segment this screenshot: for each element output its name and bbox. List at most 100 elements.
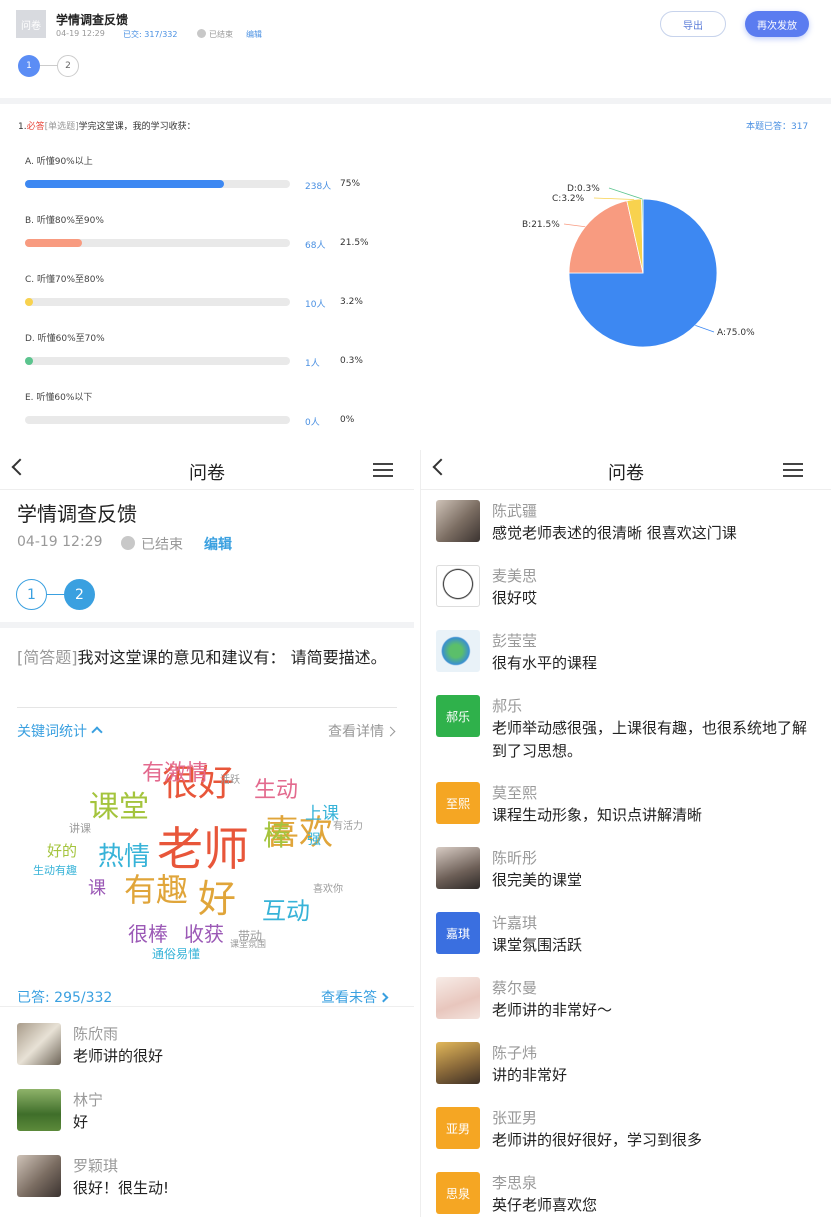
wordcloud-word: 热情: [98, 842, 151, 872]
pie-label-line: [593, 197, 635, 200]
comment-item: 林宁好: [17, 1089, 407, 1139]
page-2-button[interactable]: 2: [57, 55, 79, 77]
hello-kitty-icon: [436, 565, 480, 607]
pie-label-line: [695, 324, 715, 333]
option-count: 10人: [305, 300, 326, 310]
wordcloud-word: 棒: [263, 819, 292, 852]
wordcloud-word: 课: [88, 878, 106, 899]
nav-header: 问卷: [421, 450, 831, 490]
survey-date: 04-19 12:29: [17, 534, 103, 550]
comment-text: 很好哎: [492, 589, 538, 607]
option-count: 238人: [305, 182, 332, 192]
question-text: 我对这堂课的意见和建议有： 请简要描述。: [77, 648, 387, 667]
survey-results-panel: 问卷 学情调查反馈 04-19 12:29 已交: 317/332 已结束 编辑…: [0, 0, 831, 440]
wordcloud-word: 课堂: [89, 790, 149, 825]
wordcloud-word: 通俗易懂: [152, 947, 201, 961]
comment-text: 老师举动感很强，上课很有趣，也很系统地了解到了习思想。: [492, 719, 808, 760]
clock-icon: [121, 536, 135, 550]
header-title: 问卷: [608, 463, 644, 484]
export-button[interactable]: 导出: [660, 11, 726, 37]
wordcloud-word: 有活力: [333, 821, 363, 832]
answered-count: 已答: 295/332: [17, 990, 113, 1006]
option-label: C. 听懂70%至80%: [25, 275, 105, 285]
pie-label-line: [563, 223, 586, 228]
menu-icon[interactable]: [373, 463, 393, 477]
menu-icon[interactable]: [783, 463, 803, 477]
divider: [0, 622, 414, 628]
option-label: D. 听懂60%至70%: [25, 334, 105, 344]
submitted-count: 已交: 317/332: [123, 30, 178, 39]
view-unanswered-link[interactable]: 查看未答: [321, 987, 389, 1007]
view-detail-label: 查看详情: [328, 724, 384, 740]
avatar: [17, 1155, 61, 1197]
commenter-name: 陈欣雨: [73, 1025, 119, 1043]
option-percent: 21.5%: [340, 238, 369, 248]
option-progress-fill: [25, 357, 33, 365]
keyword-stats-label: 关键词统计: [17, 724, 87, 740]
comment-text: 老师讲的非常好～: [492, 1001, 613, 1019]
page-1-button[interactable]: 1: [18, 55, 40, 77]
view-unanswered-label: 查看未答: [321, 990, 377, 1006]
pager-connector: [47, 594, 65, 595]
question-type: [简答题]: [17, 648, 78, 667]
option-progress-track: [25, 239, 290, 247]
comment-list: 陈欣雨 老师讲的很好 林宁好罗颖琪 很好！很生动!: [17, 1023, 407, 1213]
text-avatar: 亚男: [436, 1107, 480, 1149]
page-2-button[interactable]: 2: [64, 579, 95, 610]
commenter-name: 蔡尔曼: [492, 979, 538, 997]
comment-text: 讲的非常好: [492, 1066, 568, 1084]
option-progress-track: [25, 416, 290, 424]
commenter-name: 许嘉琪: [492, 914, 538, 932]
wordcloud-word: 有趣: [124, 871, 189, 909]
comment-text: 老师讲的很好: [73, 1047, 164, 1065]
view-detail-link[interactable]: 查看详情: [328, 721, 396, 741]
commenter-name: 林宁: [73, 1091, 104, 1109]
wordcloud-word: 好: [198, 877, 237, 921]
chevron-right-icon: [385, 726, 396, 737]
chevron-up-icon: [91, 726, 103, 738]
clock-icon: [197, 29, 206, 38]
option-progress-fill: [25, 180, 224, 188]
avatar: [17, 1089, 61, 1131]
keyword-stats-toggle[interactable]: 关键词统计: [17, 721, 103, 741]
resend-button[interactable]: 再次发放: [745, 11, 809, 37]
edit-link[interactable]: 编辑: [204, 534, 232, 554]
divider: [0, 1006, 414, 1007]
commenter-name: 彭莹莹: [492, 632, 538, 650]
wordcloud-word: 收获: [184, 922, 224, 946]
option-percent: 0%: [340, 415, 355, 425]
survey-title: 学情调查反馈: [56, 13, 129, 27]
option-progress-fill: [25, 298, 34, 306]
pie-label-line: [608, 187, 643, 200]
wordcloud-word: 生动: [254, 778, 299, 803]
commenter-name: 郝乐: [492, 697, 523, 715]
comment-list: 陈武疆 感觉老师表述的很清晰 很喜欢这门课 麦美思 很好哎 彭莹莹 很有水平的课程 郝乐 郝乐…: [436, 500, 826, 1215]
edit-link[interactable]: 编辑: [246, 29, 262, 40]
wordcloud-word: 喜欢你: [313, 884, 343, 895]
answered-count: 本题已答：317: [746, 122, 809, 132]
text-avatar: 嘉琪: [436, 912, 480, 954]
option-progress-track: [25, 357, 290, 365]
status-label: 已结束: [141, 537, 183, 553]
text-avatar: 郝乐: [436, 695, 480, 737]
comment-text: 感觉老师表述的很清晰 很喜欢这门课: [492, 524, 737, 542]
commenter-name: 陈昕彤: [492, 849, 538, 867]
option-count: 68人: [305, 241, 326, 251]
question-title: [简答题]我对这堂课的意见和建议有： 请简要描述。: [17, 646, 397, 670]
status-label: 已结束: [209, 30, 233, 39]
wordcloud-word: 互动: [262, 897, 310, 925]
wordcloud-word: 强: [307, 832, 321, 848]
wordcloud-word: 很棒: [128, 922, 168, 946]
wordcloud-word: 课堂氛围: [230, 940, 267, 950]
comment-text: 好: [73, 1113, 89, 1131]
option-label: A. 听懂90%以上: [25, 157, 93, 167]
option-count: 1人: [305, 359, 320, 369]
pager-connector: [40, 65, 58, 66]
comment-text: 很有水平的课程: [492, 654, 598, 672]
avatar: [17, 1023, 61, 1065]
page-1-button[interactable]: 1: [16, 579, 47, 610]
wordcloud-word: 生动有趣: [33, 864, 77, 877]
option-progress-fill: [25, 239, 82, 247]
wordcloud-word: 活跃: [220, 775, 240, 786]
commenter-name: 罗颖琪: [73, 1157, 119, 1175]
